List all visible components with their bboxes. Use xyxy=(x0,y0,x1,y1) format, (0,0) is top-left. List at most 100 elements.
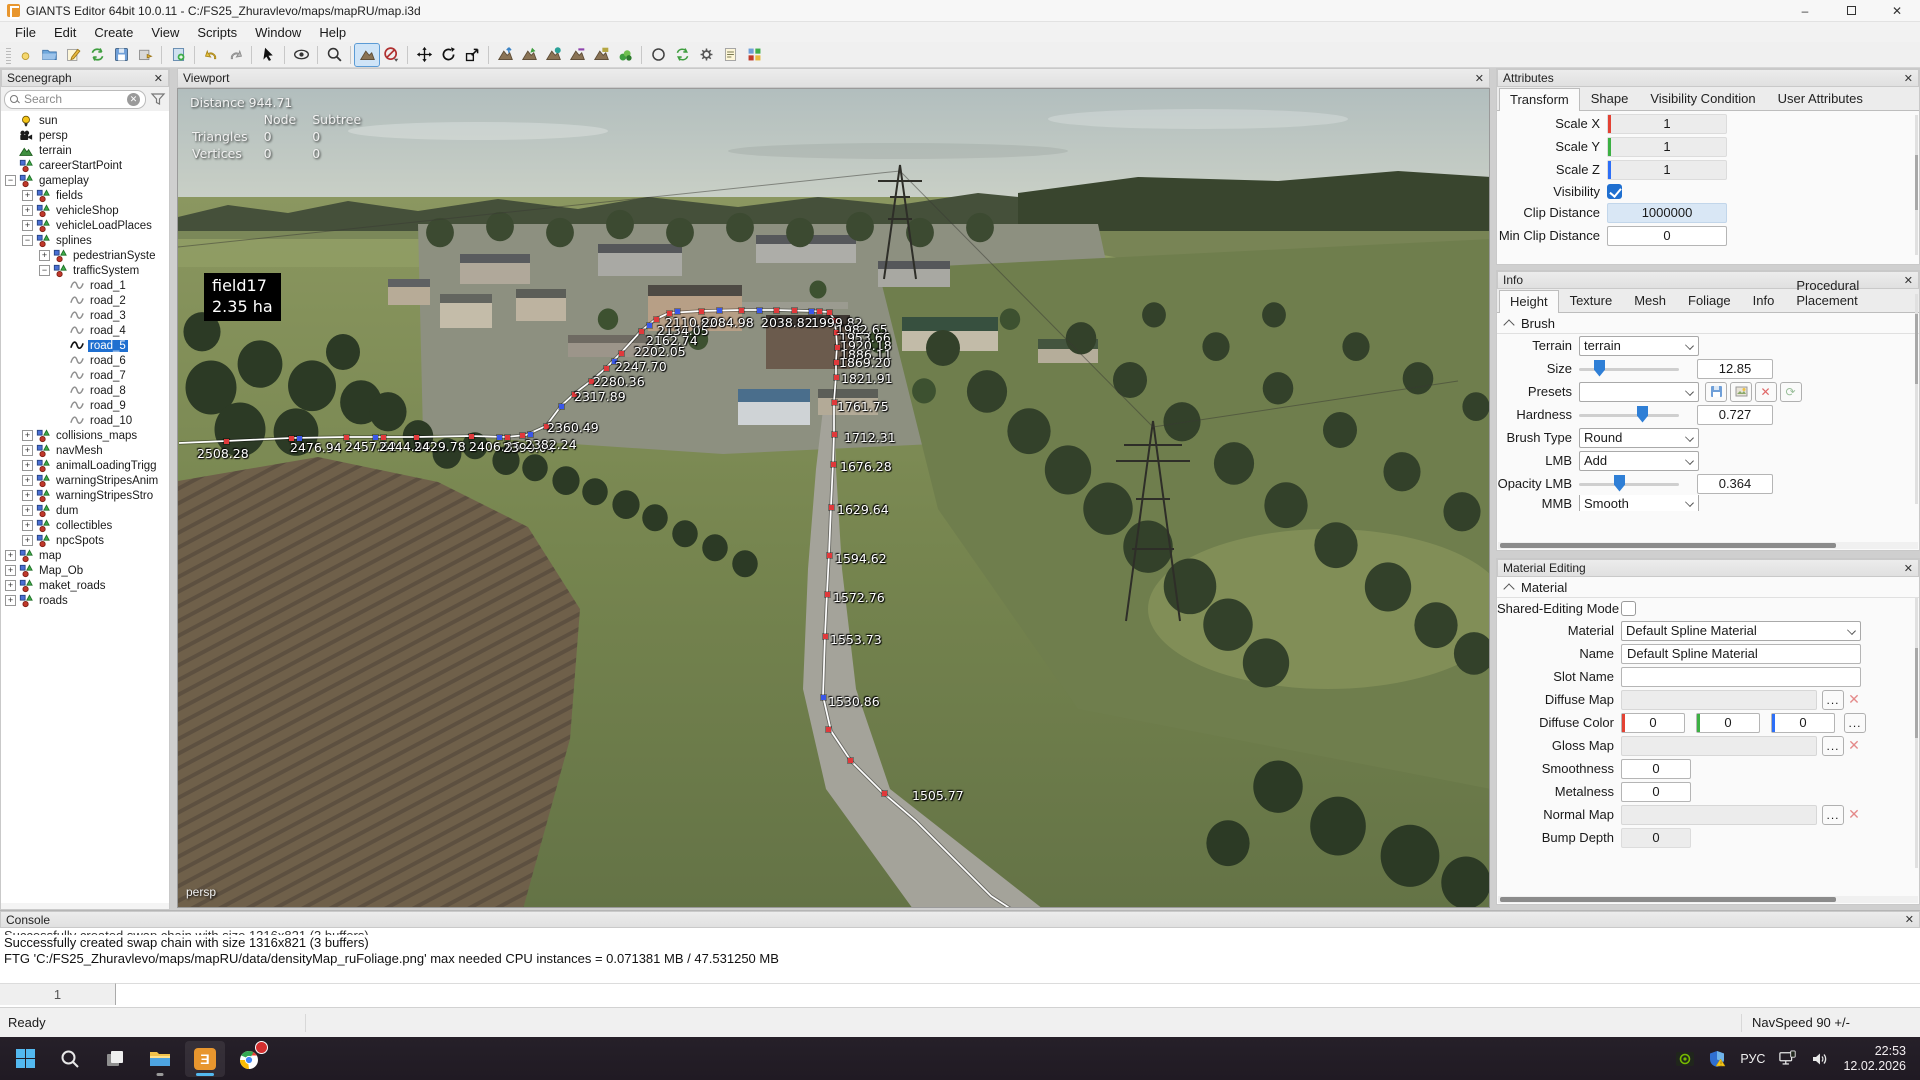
scale-x-field[interactable]: 1 xyxy=(1607,114,1727,134)
tab-procedural-placement[interactable]: Procedural Placement xyxy=(1785,274,1917,312)
material-panel-close-icon[interactable]: ✕ xyxy=(1904,562,1913,575)
attributes-close-icon[interactable]: ✕ xyxy=(1904,72,1913,85)
expander-icon[interactable]: + xyxy=(22,190,33,201)
diffuse-color-b-field[interactable]: 0 xyxy=(1771,713,1835,733)
spline-control-point[interactable] xyxy=(739,308,744,313)
spline-control-point[interactable] xyxy=(825,592,830,597)
spline-control-point[interactable] xyxy=(882,791,887,796)
edit-mode-icon[interactable] xyxy=(61,44,85,66)
spline-control-point-selected[interactable] xyxy=(821,695,826,700)
mmb-dropdown[interactable]: Smooth xyxy=(1579,495,1699,511)
expander-icon[interactable]: − xyxy=(22,235,33,246)
move-tool-icon[interactable] xyxy=(412,44,436,66)
preset-save-icon[interactable] xyxy=(1705,382,1727,402)
viewport-3d-scene[interactable]: 2508.282476.942457.622444.962429.782406.… xyxy=(177,88,1490,908)
tab-info[interactable]: Info xyxy=(1742,289,1786,312)
brush-type-dropdown[interactable]: Round xyxy=(1579,428,1699,448)
security-shield-tray-icon[interactable]: ! xyxy=(1708,1050,1726,1068)
select-tool-icon[interactable] xyxy=(256,44,280,66)
spline-control-point[interactable] xyxy=(826,727,831,732)
expander-icon[interactable]: + xyxy=(22,535,33,546)
tree-item-navMesh[interactable]: +navMesh xyxy=(1,443,169,458)
diffuse-color-picker-button[interactable]: ... xyxy=(1844,713,1866,733)
material-panel-scrollbar[interactable] xyxy=(1915,598,1918,868)
spline-control-point[interactable] xyxy=(832,432,837,437)
expander-icon[interactable]: + xyxy=(5,580,16,591)
spline-control-point[interactable] xyxy=(639,329,644,334)
size-field[interactable]: 12.85 xyxy=(1697,359,1773,379)
brush-disabled-icon[interactable] xyxy=(379,44,403,66)
smoothness-field[interactable]: 0 xyxy=(1621,759,1691,779)
chrome-taskbar-icon[interactable] xyxy=(230,1041,270,1077)
tree-item-warningStripesStro[interactable]: +warningStripesStro xyxy=(1,488,169,503)
menu-window[interactable]: Window xyxy=(246,23,310,42)
expander-icon[interactable]: + xyxy=(22,445,33,456)
tree-item-road_9[interactable]: road_9 xyxy=(1,398,169,413)
terrain-dropdown[interactable]: terrain xyxy=(1579,336,1699,356)
tree-item-pedestrianSyste[interactable]: +pedestrianSyste xyxy=(1,248,169,263)
terrain-sculpt-icon[interactable] xyxy=(355,44,379,66)
reload-icon[interactable] xyxy=(85,44,109,66)
spline-control-point-selected[interactable] xyxy=(757,308,762,313)
start-button[interactable] xyxy=(5,1041,45,1077)
tree-item-vehicleShop[interactable]: +vehicleShop xyxy=(1,203,169,218)
script-tool-icon[interactable] xyxy=(718,44,742,66)
taskbar-search-icon[interactable] xyxy=(50,1041,90,1077)
viewport-close-icon[interactable]: ✕ xyxy=(1475,72,1484,85)
filter-icon[interactable] xyxy=(150,91,166,107)
redo-icon[interactable] xyxy=(223,44,247,66)
expander-icon[interactable]: + xyxy=(22,205,33,216)
camera-orbit-icon[interactable] xyxy=(289,44,313,66)
terrain-smooth-icon[interactable] xyxy=(565,44,589,66)
tree-item-persp[interactable]: persp xyxy=(1,128,169,143)
foliage-tool-icon[interactable] xyxy=(613,44,637,66)
tree-item-splines[interactable]: −splines xyxy=(1,233,169,248)
tree-item-careerStartPoint[interactable]: careerStartPoint xyxy=(1,158,169,173)
volume-tray-icon[interactable] xyxy=(1811,1050,1829,1068)
rotate-tool-icon[interactable] xyxy=(436,44,460,66)
preset-image-icon[interactable] xyxy=(1730,382,1752,402)
scenegraph-close-icon[interactable]: ✕ xyxy=(154,72,163,85)
tab-mesh[interactable]: Mesh xyxy=(1623,289,1677,312)
tree-item-dum[interactable]: +dum xyxy=(1,503,169,518)
bump-depth-field[interactable]: 0 xyxy=(1621,828,1691,848)
spline-control-point[interactable] xyxy=(827,553,832,558)
terrain-paint-icon[interactable] xyxy=(517,44,541,66)
tree-item-warningStripesAnim[interactable]: +warningStripesAnim xyxy=(1,473,169,488)
spline-control-point-selected[interactable] xyxy=(647,323,652,328)
tree-item-Map_Ob[interactable]: +Map_Ob xyxy=(1,563,169,578)
expander-icon[interactable]: + xyxy=(39,250,50,261)
hardness-slider[interactable] xyxy=(1579,405,1679,425)
terrain-raise-icon[interactable] xyxy=(493,44,517,66)
gloss-map-field[interactable] xyxy=(1621,736,1817,756)
tree-item-fields[interactable]: +fields xyxy=(1,188,169,203)
spline-control-point-selected[interactable] xyxy=(717,308,722,313)
tab-transform[interactable]: Transform xyxy=(1499,88,1580,111)
file-explorer-icon[interactable] xyxy=(140,1041,180,1077)
zoom-tool-icon[interactable] xyxy=(322,44,346,66)
foliage-paint-icon[interactable] xyxy=(541,44,565,66)
spline-control-point[interactable] xyxy=(829,505,834,510)
terrain-panel-scrollbar[interactable] xyxy=(1915,294,1918,504)
spline-control-point[interactable] xyxy=(848,758,853,763)
expander-icon[interactable]: + xyxy=(5,595,16,606)
material-section-header[interactable]: Material xyxy=(1497,577,1919,598)
spline-control-point-selected[interactable] xyxy=(675,309,680,314)
visibility-checkbox[interactable] xyxy=(1607,184,1622,199)
giants-editor-taskbar-icon[interactable]: E xyxy=(185,1041,225,1077)
spline-control-point[interactable] xyxy=(792,308,797,313)
min-clip-distance-field[interactable]: 0 xyxy=(1607,226,1727,246)
size-slider[interactable] xyxy=(1579,359,1679,379)
tree-item-road_7[interactable]: road_7 xyxy=(1,368,169,383)
console-output[interactable]: Successfully created swap chain with siz… xyxy=(0,935,1920,967)
tab-visibility-condition[interactable]: Visibility Condition xyxy=(1639,87,1766,110)
expander-icon[interactable]: + xyxy=(22,430,33,441)
terrain-flatten-icon[interactable] xyxy=(589,44,613,66)
attributes-scrollbar[interactable] xyxy=(1915,115,1918,255)
tree-item-sun[interactable]: sun xyxy=(1,113,169,128)
expander-icon[interactable]: + xyxy=(22,490,33,501)
export-icon[interactable] xyxy=(133,44,157,66)
tree-item-collisions_maps[interactable]: +collisions_maps xyxy=(1,428,169,443)
undo-icon[interactable] xyxy=(199,44,223,66)
diffuse-map-clear-icon[interactable]: ✕ xyxy=(1844,690,1864,710)
